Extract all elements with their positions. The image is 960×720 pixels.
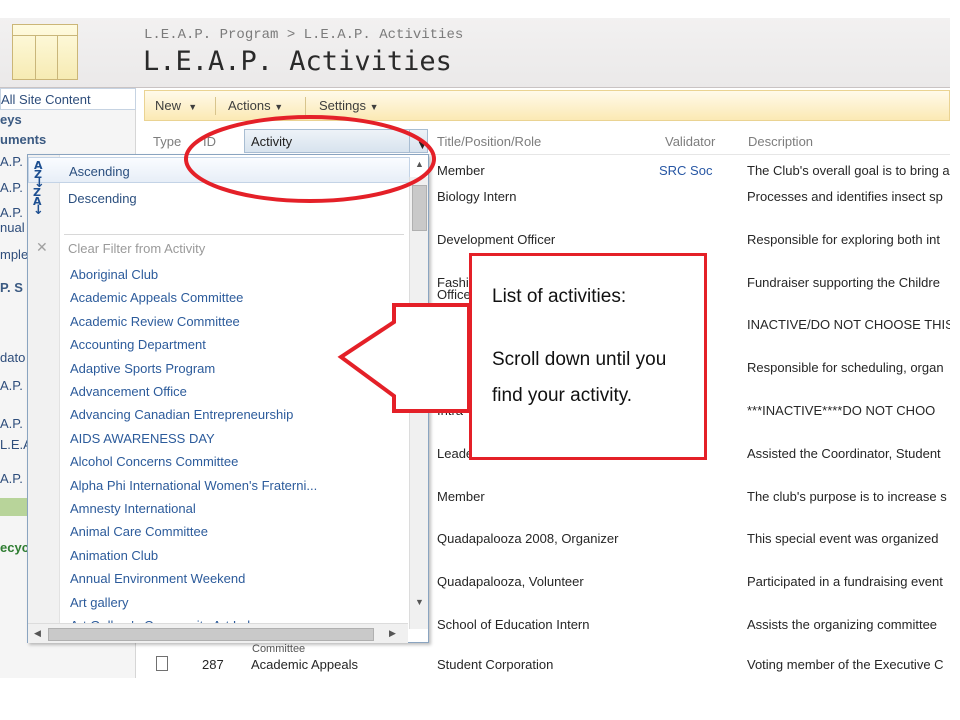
- scroll-down-arrow-icon[interactable]: ▼: [410, 597, 429, 607]
- row-title: Intra: [437, 403, 464, 418]
- list-toolbar: New ▼ Actions ▼ Settings ▼: [144, 90, 950, 121]
- row-title: Member: [437, 163, 485, 178]
- row-description: This special event was organized: [747, 531, 939, 546]
- activity-filter-option[interactable]: Amnesty International: [70, 501, 196, 516]
- scroll-left-arrow-icon[interactable]: ◀: [28, 628, 47, 639]
- column-type[interactable]: Type: [153, 134, 181, 149]
- row-title: Student Corporation: [437, 657, 554, 672]
- table-row[interactable]: Quadapalooza, Volunteer Participated in a…: [430, 574, 950, 594]
- page-title: L.E.A.P. Activities: [143, 46, 452, 77]
- row-description: Fundraiser supporting the Childre: [747, 275, 940, 290]
- table-row[interactable]: Quadapalooza 2008, Organizer This special…: [430, 531, 950, 551]
- table-row[interactable]: Committee 287 Academic Appeals Student C…: [144, 643, 950, 678]
- row-description: Participated in a fundraising event: [747, 574, 943, 589]
- row-description: Responsible for scheduling, organ: [747, 360, 944, 375]
- vertical-scrollbar[interactable]: ▲ ▼: [409, 159, 429, 629]
- row-title: Quadapalooza, Volunteer: [437, 574, 584, 589]
- row-title: Member: [437, 489, 485, 504]
- clear-filter-option: ✕ Clear Filter from Activity: [36, 239, 206, 256]
- chevron-down-icon: ▼: [369, 102, 379, 112]
- list-column-header: Type ID Activity ▼ Title/Position/Role V…: [144, 127, 950, 155]
- row-validator[interactable]: SRC Soc: [659, 163, 712, 178]
- row-description: Responsible for exploring both int: [747, 232, 940, 247]
- sidebar-item[interactable]: eys: [0, 112, 136, 127]
- activity-filter-option[interactable]: Alcohol Concerns Committee: [70, 454, 238, 469]
- row-description: The Club's overall goal is to bring a: [747, 163, 950, 178]
- chevron-down-icon: ▼: [188, 102, 198, 112]
- scroll-right-arrow-icon[interactable]: ▶: [383, 628, 402, 639]
- sort-descending-option[interactable]: ZA ↓ Descending: [28, 185, 410, 218]
- activity-filter-option[interactable]: Advancement Office: [70, 384, 187, 399]
- table-row[interactable]: Biology Intern Processes and identifies i…: [430, 189, 950, 209]
- sort-ascending-icon: AZ ↓: [34, 159, 45, 191]
- activity-filter-option[interactable]: Academic Review Committee: [70, 314, 240, 329]
- row-description: Processes and identifies insect sp: [747, 189, 943, 204]
- table-row[interactable]: Member The club's purpose is to increase …: [430, 489, 950, 509]
- row-title: School of Education Intern: [437, 617, 590, 632]
- site-logo-icon[interactable]: [12, 24, 78, 80]
- activity-filter-option[interactable]: AIDS AWARENESS DAY: [70, 431, 215, 446]
- chevron-down-icon: ▼: [274, 102, 284, 112]
- row-activity[interactable]: Academic Appeals: [251, 657, 358, 672]
- row-title: Development Officer: [437, 232, 556, 247]
- activity-filter-option[interactable]: Accounting Department: [70, 337, 206, 352]
- sidebar-item[interactable]: All Site Content: [0, 88, 136, 110]
- row-title: Leade: [437, 446, 474, 461]
- column-id[interactable]: ID: [203, 134, 216, 149]
- clear-filter-icon: ✕: [36, 239, 48, 255]
- column-activity[interactable]: Activity ▼: [244, 129, 429, 153]
- sidebar-item[interactable]: uments: [0, 132, 136, 147]
- column-validator[interactable]: Validator: [665, 134, 715, 149]
- activity-filter-option[interactable]: Advancing Canadian Entrepreneurship: [70, 407, 293, 422]
- row-id: 287: [202, 657, 224, 672]
- row-description: INACTIVE/DO NOT CHOOSE THIS: [747, 317, 950, 332]
- column-description[interactable]: Description: [748, 134, 813, 149]
- activity-filter-option[interactable]: Alpha Phi International Women's Fraterni…: [70, 478, 317, 493]
- scroll-up-arrow-icon[interactable]: ▲: [410, 159, 429, 169]
- activity-filter-option[interactable]: Art gallery: [70, 595, 129, 610]
- activity-filter-option[interactable]: Academic Appeals Committee: [70, 290, 243, 305]
- row-title: Biology Intern: [437, 189, 517, 204]
- column-filter-menu: AZ ↓ Ascending ZA ↓ Descending ✕ Clear F…: [27, 154, 429, 643]
- activity-filter-option[interactable]: Aboriginal Club: [70, 267, 158, 282]
- actions-menu-button[interactable]: Actions ▼: [228, 98, 283, 113]
- sort-ascending-option[interactable]: AZ ↓ Ascending: [28, 157, 410, 191]
- table-row[interactable]: School of Education Intern Assists the or…: [430, 617, 950, 637]
- activity-filter-option[interactable]: Annual Environment Weekend: [70, 571, 245, 586]
- partial-row-text: Committee: [252, 643, 306, 655]
- row-description: Assisted the Coordinator, Student: [747, 446, 941, 461]
- column-filter-dropdown-button[interactable]: ▼: [409, 130, 429, 152]
- row-description: Assists the organizing committee: [747, 617, 938, 632]
- row-description: Voting member of the Executive C: [747, 657, 944, 672]
- settings-menu-button[interactable]: Settings ▼: [319, 98, 379, 113]
- new-menu-button[interactable]: New ▼: [155, 98, 197, 113]
- row-description: ***INACTIVE****DO NOT CHOO: [747, 403, 936, 418]
- document-icon[interactable]: [156, 656, 168, 671]
- table-row[interactable]: Development Officer Responsible for explo…: [430, 232, 950, 252]
- row-title: Quadapalooza 2008, Organizer: [437, 531, 619, 546]
- activity-filter-option[interactable]: Adaptive Sports Program: [70, 361, 215, 376]
- scrollbar-thumb[interactable]: [412, 185, 427, 231]
- page-header: L.E.A.P. Program > L.E.A.P. Activities L…: [0, 18, 950, 88]
- horizontal-scrollbar[interactable]: ◀ ▶: [28, 623, 408, 643]
- callout-body: Scroll down until you find your activity…: [492, 349, 667, 406]
- breadcrumb[interactable]: L.E.A.P. Program > L.E.A.P. Activities: [144, 27, 463, 43]
- chevron-down-icon: ▼: [416, 137, 429, 152]
- table-row[interactable]: Member SRC Soc The Club's overall goal is …: [430, 163, 950, 183]
- activity-filter-option[interactable]: Animation Club: [70, 548, 158, 563]
- scrollbar-thumb[interactable]: [48, 628, 374, 641]
- activity-filter-option[interactable]: Animal Care Committee: [70, 524, 208, 539]
- sort-descending-icon: ZA ↓: [33, 186, 44, 218]
- callout-title: List of activities:: [492, 286, 627, 307]
- annotation-callout: List of activities: Scroll down until yo…: [469, 253, 707, 460]
- screenshot-stage: L.E.A.P. Program > L.E.A.P. Activities L…: [0, 18, 950, 678]
- row-description: The club's purpose is to increase s: [747, 489, 947, 504]
- column-title-position-role[interactable]: Title/Position/Role: [437, 134, 541, 149]
